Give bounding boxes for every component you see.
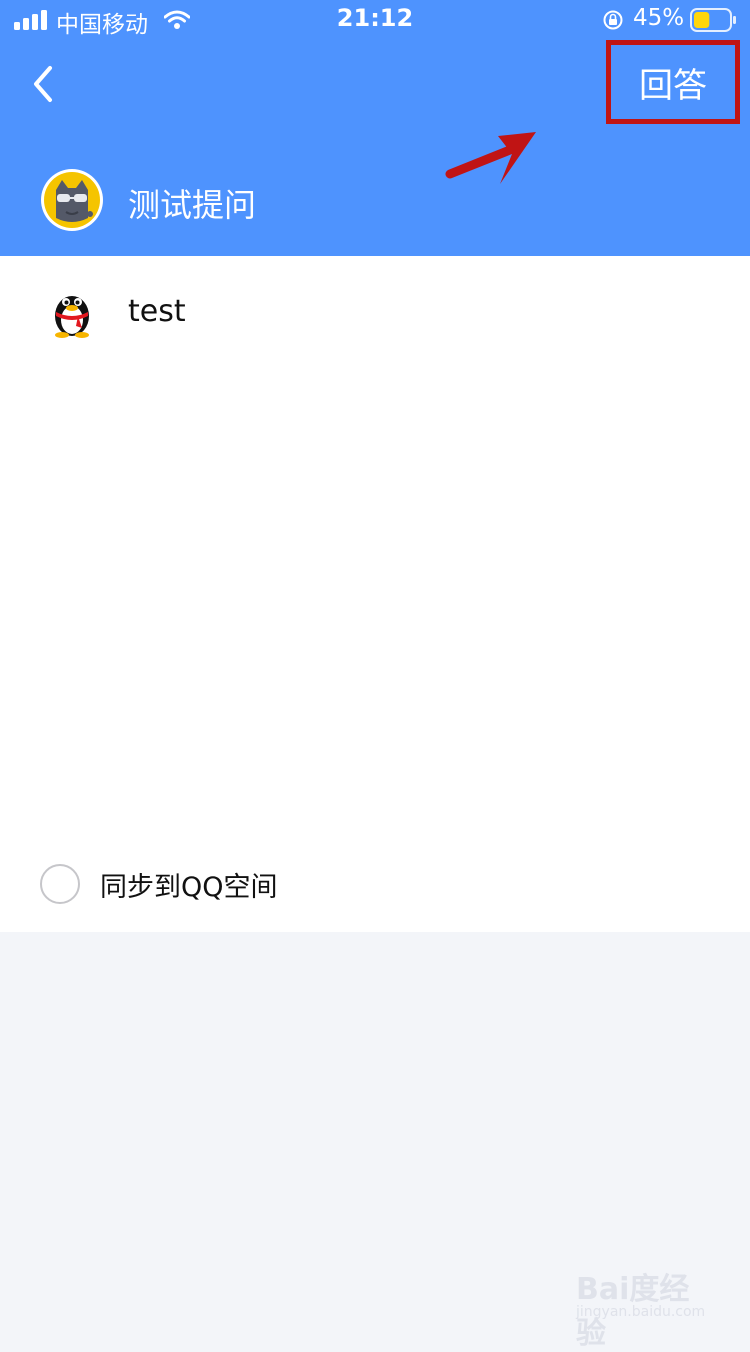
red-arrow-icon [445,132,536,184]
sync-qzone-label: 同步到QQ空间 [100,871,278,903]
status-bar: 中国移动 21:12 45% [0,0,750,40]
sync-qzone-option[interactable]: 同步到QQ空间 [40,860,278,908]
battery-level [694,12,710,28]
rotation-lock-icon [603,10,623,30]
battery-icon [690,8,736,32]
sync-qzone-radio[interactable] [40,864,80,904]
answer-text: test [128,294,186,329]
cat-avatar-icon [41,169,103,231]
header: 中国移动 21:12 45% 回答 测试提问 [0,0,750,256]
watermark-line2: jingyan.baidu.com [576,1304,706,1320]
battery-percent: 45% [633,5,685,31]
back-button[interactable] [28,62,60,106]
answer-button-label: 回答 [639,65,707,106]
answer-button[interactable]: 回答 [606,40,740,124]
chevron-left-icon [34,66,52,102]
question-title: 测试提问 [128,186,257,224]
answer-content-area: test 同步到QQ空间 [0,256,750,932]
baidu-jingyan-watermark: Bai度经验 jingyan.baidu.com [576,1264,716,1351]
qq-penguin-icon [55,296,89,338]
